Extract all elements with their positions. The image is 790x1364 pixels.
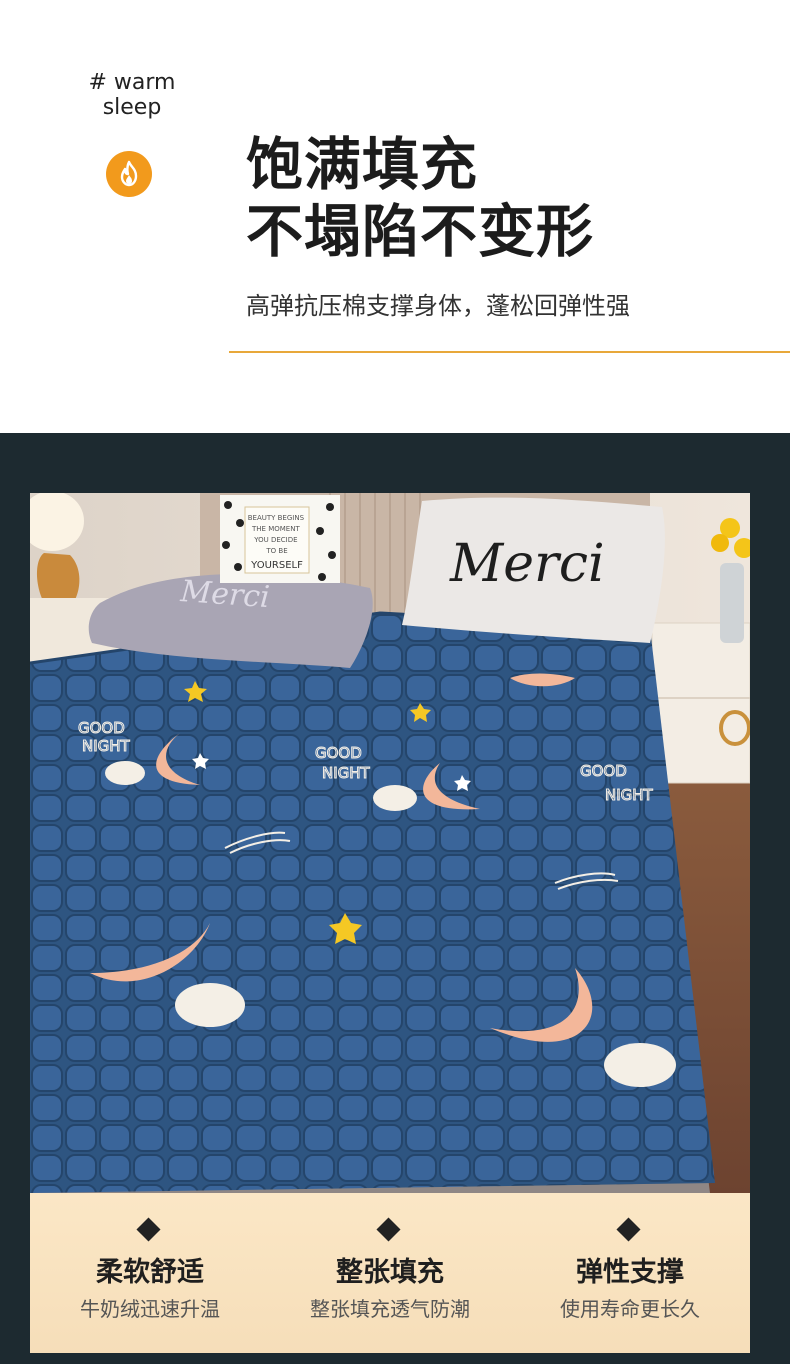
cushion-line-5: YOURSELF xyxy=(250,560,303,571)
feature-subtitle: 使用寿命更长久 xyxy=(560,1297,700,1321)
feature-full-fill: 整张填充 整张填充透气防潮 xyxy=(270,1193,510,1353)
vase xyxy=(720,563,744,643)
feature-subtitle: 整张填充透气防潮 xyxy=(310,1297,470,1321)
headline-line-2: 不塌陷不变形 xyxy=(246,199,594,265)
mattress-text-2a: GOOD xyxy=(315,744,362,762)
hashtag-label: # warm sleep xyxy=(70,70,194,120)
cushion-line-2: THE MOMENT xyxy=(251,525,300,533)
cushion-line-4: TO BE xyxy=(265,547,287,555)
headline-line-1: 饱满填充 xyxy=(246,132,478,198)
subheadline: 高弹抗压棉支撑身体，蓬松回弹性强 xyxy=(246,292,630,320)
flame-icon xyxy=(106,151,152,197)
cushion-line-1: BEAUTY BEGINS xyxy=(248,514,305,522)
mattress-text-1a: GOOD xyxy=(78,719,125,737)
diamond-icon xyxy=(616,1217,641,1242)
mattress-topper xyxy=(30,613,715,1193)
cushion-line-3: YOU DECIDE xyxy=(253,536,297,544)
feature-soft-comfort: 柔软舒适 牛奶绒迅速升温 xyxy=(30,1193,270,1353)
hashtag-line-1: # warm xyxy=(88,70,176,95)
feature-strip: 柔软舒适 牛奶绒迅速升温 整张填充 整张填充透气防潮 弹性支撑 使用寿命更长久 xyxy=(30,1193,750,1353)
feature-elastic-support: 弹性支撑 使用寿命更长久 xyxy=(510,1193,750,1353)
mattress-text-2b: NIGHT xyxy=(322,764,371,782)
diamond-icon xyxy=(376,1217,401,1242)
feature-title: 弹性支撑 xyxy=(576,1257,684,1288)
pillow-right-text: Merci xyxy=(449,534,605,594)
mattress-text-3a: GOOD xyxy=(580,762,627,780)
feature-subtitle: 牛奶绒迅速升温 xyxy=(80,1297,220,1321)
intro-section: # warm sleep 饱满填充 不塌陷不变形 高弹抗压棉支撑身体，蓬松回弹性… xyxy=(0,0,790,433)
mattress-text-1b: NIGHT xyxy=(82,737,131,755)
feature-title: 整张填充 xyxy=(336,1257,444,1288)
hashtag-line-2: sleep xyxy=(102,95,162,120)
nightstand-right xyxy=(651,622,750,784)
diamond-icon xyxy=(136,1217,161,1242)
feature-title: 柔软舒适 xyxy=(96,1257,204,1288)
product-photo: Merci Merci BEAUTY BEGINS THE MOMENT YOU… xyxy=(30,493,750,1193)
accent-divider xyxy=(229,351,790,353)
mattress-text-3b: NIGHT xyxy=(605,786,654,804)
